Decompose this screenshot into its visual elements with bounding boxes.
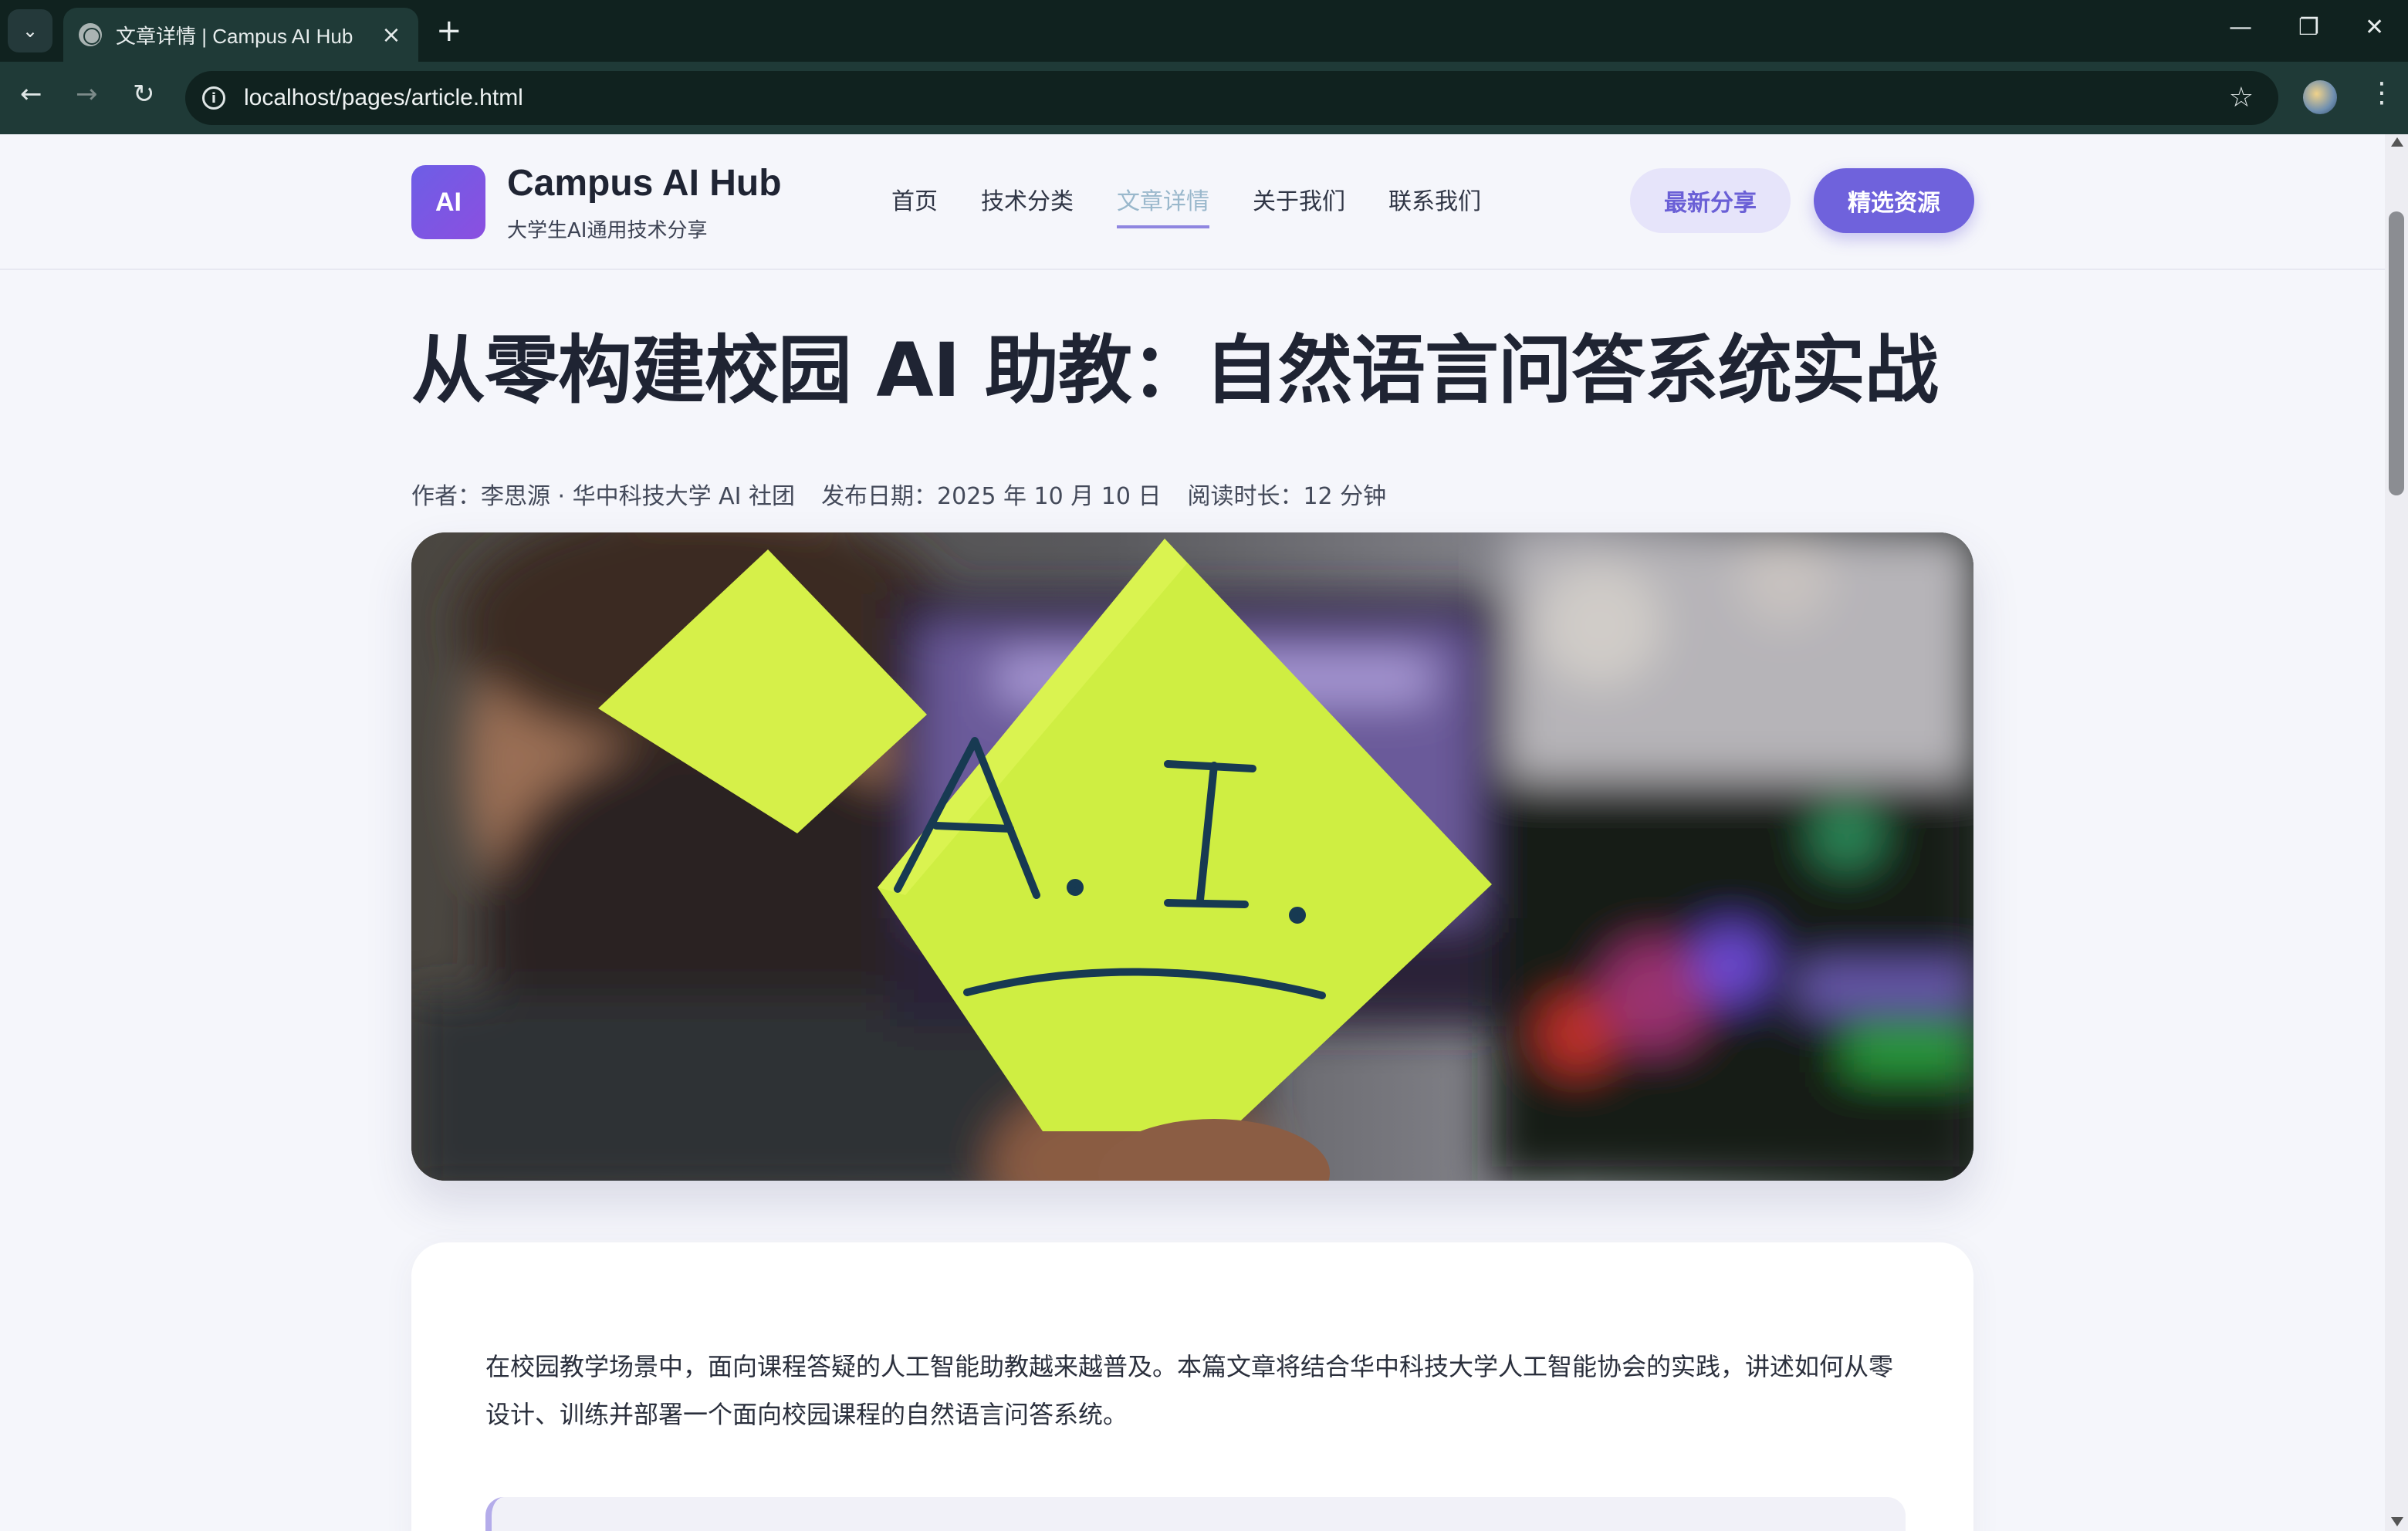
nav-contact[interactable]: 联系我们 xyxy=(1388,182,1481,228)
site-header: AI Campus AI Hub 大学生AI通用技术分享 首页 技术分类 文章详… xyxy=(0,134,2385,270)
nav-home[interactable]: 首页 xyxy=(891,182,938,228)
browser-tab-active[interactable]: 文章详情 | Campus AI Hub × xyxy=(63,8,418,62)
article-intro: 在校园教学场景中，面向课程答疑的人工智能助教越来越普及。本篇文章将结合华中科技大… xyxy=(485,1352,1894,1429)
new-tab-icon[interactable]: + xyxy=(436,14,462,48)
nav-article-detail[interactable]: 文章详情 xyxy=(1117,182,1209,228)
article-author: 作者：李思源 · 华中科技大学 AI 社团 xyxy=(411,483,796,510)
scroll-down-arrow-icon[interactable] xyxy=(2391,1517,2403,1526)
article-date: 发布日期：2025 年 10 月 10 日 xyxy=(821,483,1162,510)
featured-resources-button[interactable]: 精选资源 xyxy=(1814,168,1974,233)
article-meta: 作者：李思源 · 华中科技大学 AI 社团 发布日期：2025 年 10 月 1… xyxy=(411,477,1386,511)
article-quote-box xyxy=(485,1497,1906,1531)
article-title: 从零构建校园 AI 助教：自然语言问答系统实战 xyxy=(411,327,1939,414)
brand-subtitle: 大学生AI通用技术分享 xyxy=(507,219,708,242)
profile-avatar[interactable] xyxy=(2303,80,2337,114)
browser-tab-bar: ⌄ 文章详情 | Campus AI Hub × + — ❐ ✕ xyxy=(0,0,2408,62)
close-window-icon[interactable]: ✕ xyxy=(2365,14,2384,41)
hero-illustration xyxy=(411,532,1973,1181)
scroll-up-arrow-icon[interactable] xyxy=(2391,137,2403,147)
nav-about[interactable]: 关于我们 xyxy=(1253,182,1345,228)
chevron-down-icon: ⌄ xyxy=(22,20,39,42)
brand-name[interactable]: Campus AI Hub xyxy=(507,162,782,204)
bookmark-star-icon[interactable]: ☆ xyxy=(2229,82,2254,113)
reload-icon[interactable]: ↻ xyxy=(133,79,155,110)
latest-share-button[interactable]: 最新分享 xyxy=(1630,168,1791,233)
hero-image xyxy=(411,532,1973,1181)
restore-icon[interactable]: ❐ xyxy=(2298,14,2319,41)
tab-search-button[interactable]: ⌄ xyxy=(8,9,52,52)
article-read-time: 阅读时长：12 分钟 xyxy=(1187,483,1387,510)
article-content-card: 在校园教学场景中，面向课程答疑的人工智能助教越来越普及。本篇文章将结合华中科技大… xyxy=(411,1242,1973,1531)
close-tab-icon[interactable]: × xyxy=(380,22,403,49)
tab-title: 文章详情 | Campus AI Hub xyxy=(116,24,353,48)
globe-icon xyxy=(79,23,102,46)
back-icon[interactable]: ← xyxy=(20,79,42,110)
minimize-icon[interactable]: — xyxy=(2229,14,2252,41)
site-info-icon[interactable]: i xyxy=(202,86,225,110)
page-scrollbar[interactable] xyxy=(2385,134,2408,1531)
nav-categories[interactable]: 技术分类 xyxy=(981,182,1074,228)
main-nav: 首页 技术分类 文章详情 关于我们 联系我们 xyxy=(891,182,1481,228)
more-menu-icon[interactable]: ⋮ xyxy=(2368,77,2396,109)
site-logo[interactable]: AI xyxy=(411,165,485,239)
address-bar[interactable]: i localhost/pages/article.html ☆ xyxy=(185,71,2278,125)
forward-icon[interactable]: → xyxy=(76,79,98,110)
url-text[interactable]: localhost/pages/article.html xyxy=(244,85,523,111)
scroll-thumb[interactable] xyxy=(2389,211,2404,495)
browser-toolbar: ← → ↻ i localhost/pages/article.html ☆ ⋮ xyxy=(0,62,2408,134)
